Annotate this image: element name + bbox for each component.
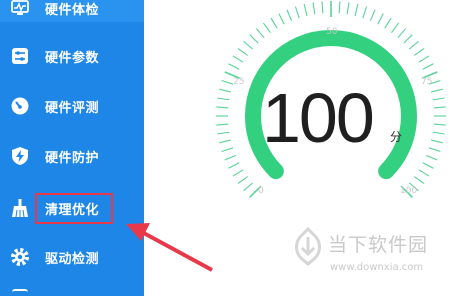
arrow-shaft	[139, 229, 213, 272]
arrow-head	[126, 223, 150, 241]
annotation-arrow	[126, 223, 213, 272]
